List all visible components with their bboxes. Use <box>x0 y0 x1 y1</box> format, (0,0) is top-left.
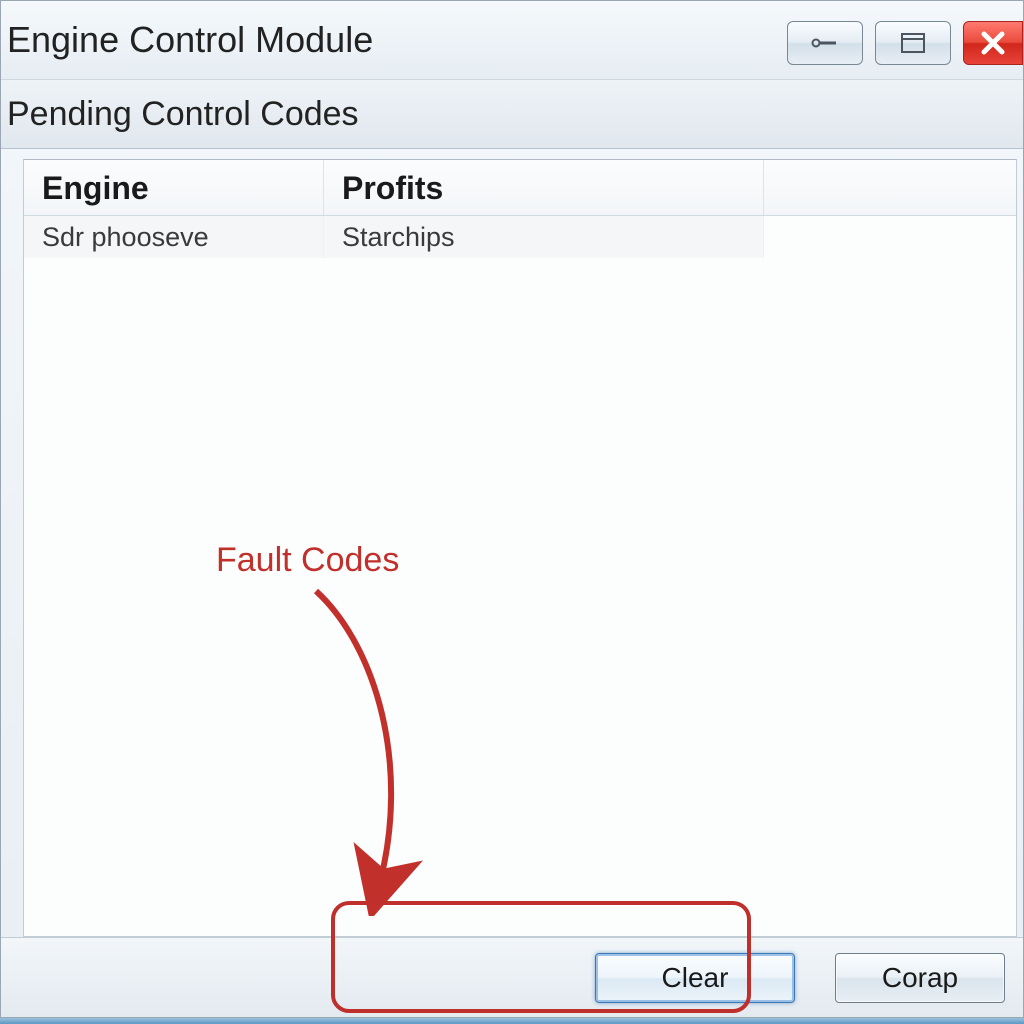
content-panel: Engine Profits Sdr phooseve Starchips <box>23 159 1017 937</box>
window-controls <box>787 21 1023 65</box>
maximize-button[interactable] <box>875 21 951 65</box>
cell-profits: Starchips <box>324 216 764 258</box>
column-header-empty[interactable] <box>764 160 1016 215</box>
cell-engine: Sdr phooseve <box>24 216 324 258</box>
titlebar: Engine Control Module <box>1 1 1023 79</box>
close-button[interactable] <box>963 21 1023 65</box>
table-row[interactable]: Sdr phooseve Starchips <box>24 216 1016 258</box>
window-title: Engine Control Module <box>7 19 373 61</box>
annotation-label: Fault Codes <box>216 541 399 580</box>
column-header-engine[interactable]: Engine <box>24 160 324 215</box>
window-bottom-border <box>0 1018 1024 1024</box>
app-window: Engine Control Module <box>0 0 1024 1018</box>
codes-table: Engine Profits Sdr phooseve Starchips <box>24 160 1016 258</box>
cell-empty <box>764 216 1016 258</box>
minimize-button[interactable] <box>787 21 863 65</box>
table-header-row: Engine Profits <box>24 160 1016 216</box>
minimize-icon <box>810 35 840 51</box>
maximize-icon <box>900 32 926 54</box>
button-bar: Clear Corap <box>1 937 1023 1017</box>
subtitle-text: Pending Control Codes <box>7 95 359 134</box>
clear-button[interactable]: Clear <box>595 953 795 1003</box>
close-icon <box>980 30 1006 56</box>
column-header-profits[interactable]: Profits <box>324 160 764 215</box>
corap-button[interactable]: Corap <box>835 953 1005 1003</box>
subtitle-bar: Pending Control Codes <box>1 79 1023 149</box>
